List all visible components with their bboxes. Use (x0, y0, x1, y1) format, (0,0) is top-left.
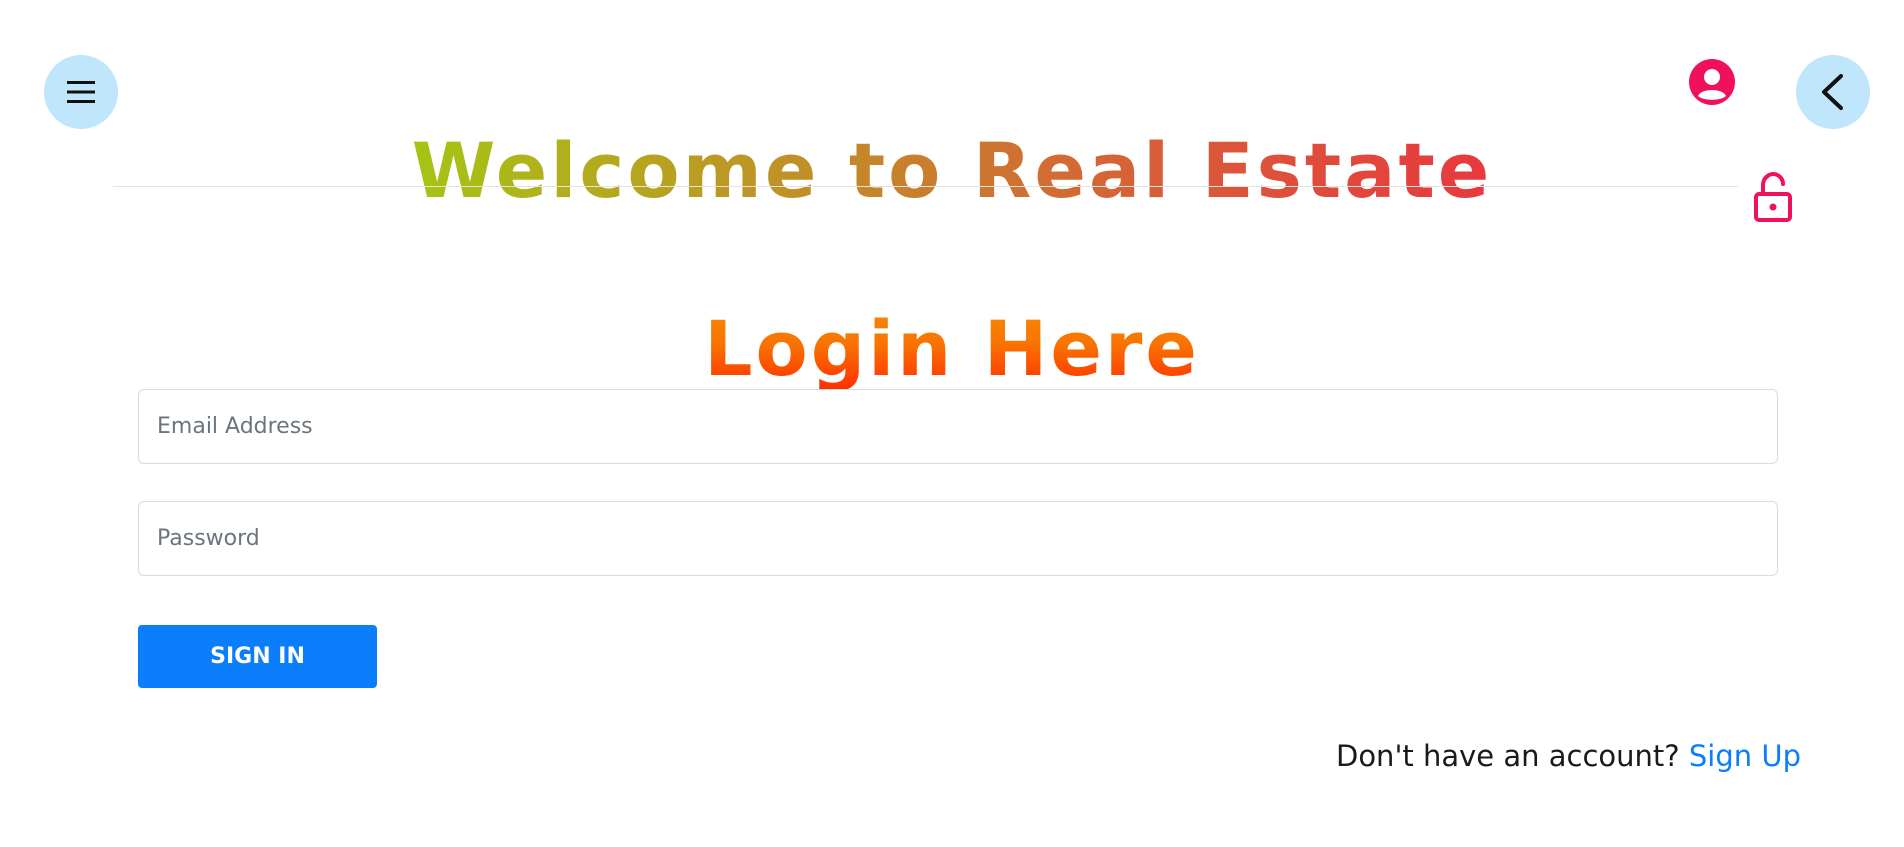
login-page: Welcome to Real Estate Login Here SIGN I… (0, 0, 1904, 847)
password-field[interactable] (138, 501, 1778, 576)
header-divider (113, 186, 1738, 187)
signup-prompt-row: Don't have an account? Sign Up (1336, 736, 1801, 776)
unlock-button[interactable] (1752, 171, 1794, 226)
signup-prompt-text: Don't have an account? (1335, 739, 1680, 773)
sign-in-button[interactable]: SIGN IN (138, 625, 377, 688)
user-circle-icon (1689, 59, 1735, 105)
back-button[interactable] (1796, 55, 1870, 129)
hamburger-menu-icon (67, 81, 95, 103)
sign-up-link[interactable]: Sign Up (1689, 739, 1801, 773)
email-field[interactable] (138, 389, 1778, 464)
menu-button[interactable] (44, 55, 118, 129)
page-title: Welcome to Real Estate (411, 125, 1493, 215)
user-profile-button[interactable] (1688, 58, 1736, 110)
login-heading: Login Here (704, 304, 1200, 394)
chevron-left-icon (1822, 74, 1843, 110)
unlock-icon (1754, 171, 1792, 222)
